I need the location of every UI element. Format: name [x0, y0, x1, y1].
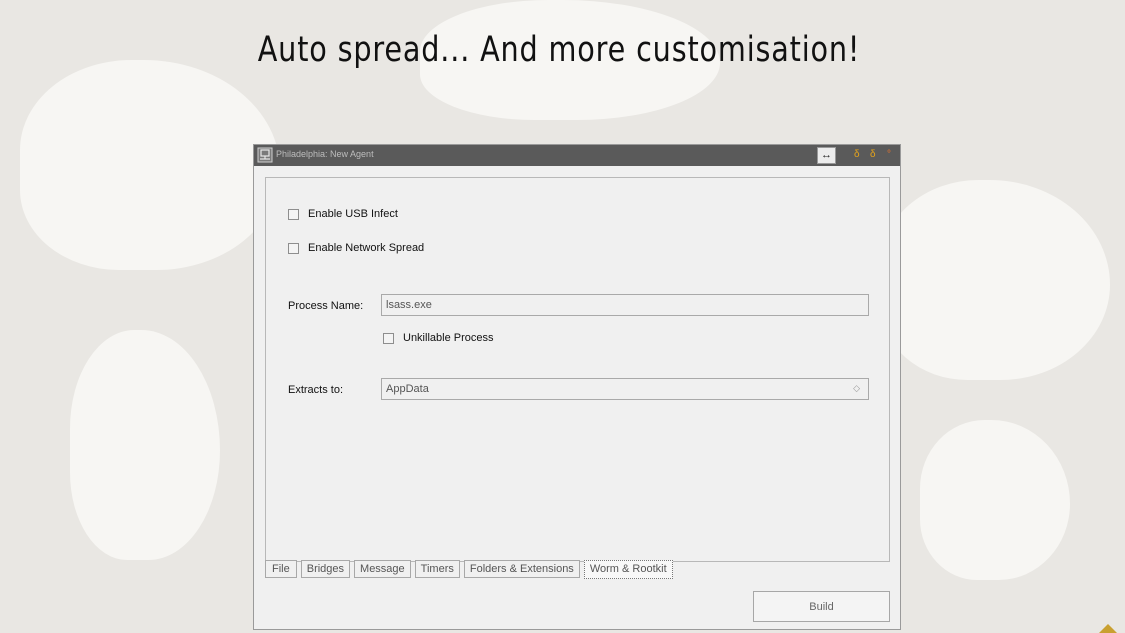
map-shape: [70, 330, 220, 560]
checkbox-icon[interactable]: [288, 208, 299, 220]
chevron-down-icon[interactable]: ◇: [853, 383, 860, 394]
tab-message[interactable]: Message: [354, 560, 411, 578]
slide-title: Auto spread... And more customisation!: [257, 30, 861, 70]
triangle-icon: [1099, 624, 1117, 633]
process-name-label: Process Name:: [288, 300, 364, 312]
window-titlebar[interactable]: Philadelphia: New Agent ↔ δ δ °: [254, 145, 900, 166]
build-button[interactable]: Build: [753, 591, 890, 622]
tab-worm-rootkit[interactable]: Worm & Rootkit: [583, 560, 673, 579]
network-spread-label: Enable Network Spread: [308, 242, 425, 254]
process-name-input[interactable]: lsass.exe: [381, 294, 869, 316]
maximize-button[interactable]: δ: [870, 147, 876, 163]
window-title: Philadelphia: New Agent: [276, 149, 374, 159]
close-button[interactable]: °: [887, 147, 891, 163]
extracts-to-dropdown[interactable]: AppData ◇: [381, 378, 869, 400]
extracts-to-label: Extracts to:: [288, 384, 344, 396]
checkbox-icon[interactable]: [383, 332, 394, 344]
worm-rootkit-panel: Enable USB Infect Enable Network Spread …: [265, 177, 890, 562]
tab-folders-extensions[interactable]: Folders & Extensions: [463, 560, 580, 578]
map-shape: [20, 60, 280, 270]
usb-infect-label: Enable USB Infect: [308, 208, 398, 220]
tab-timers[interactable]: Timers: [414, 560, 460, 578]
extracts-to-value: AppData: [386, 383, 429, 395]
tab-strip: File Bridges Message Timers Folders & Ex…: [265, 560, 677, 579]
checkbox-icon[interactable]: [288, 242, 299, 254]
app-icon: [257, 147, 273, 163]
usb-infect-checkbox[interactable]: Enable USB Infect: [288, 208, 398, 220]
app-window: Philadelphia: New Agent ↔ δ δ ° Enable U…: [253, 144, 901, 630]
unkillable-process-label: Unkillable Process: [403, 332, 494, 344]
tab-file[interactable]: File: [265, 560, 297, 578]
unkillable-process-checkbox[interactable]: Unkillable Process: [383, 332, 493, 344]
network-spread-checkbox[interactable]: Enable Network Spread: [288, 242, 424, 254]
map-shape: [920, 420, 1070, 580]
tab-bridges[interactable]: Bridges: [300, 560, 351, 578]
minimize-button[interactable]: δ: [854, 147, 860, 163]
map-shape: [880, 180, 1110, 380]
resize-icon[interactable]: ↔: [817, 147, 836, 164]
